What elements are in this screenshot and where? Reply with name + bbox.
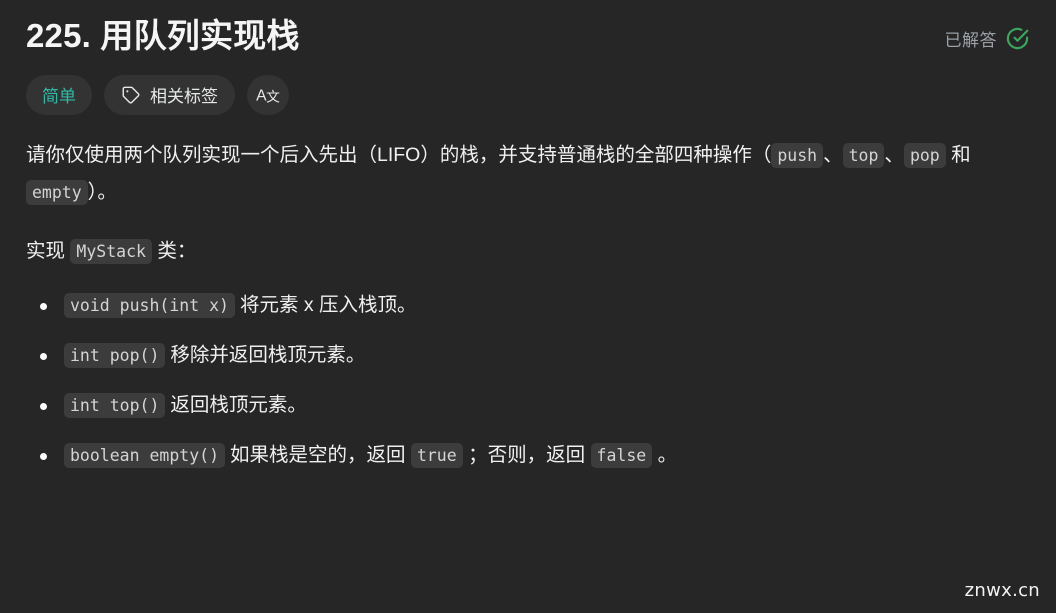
problem-header: 225. 用队列实现栈 已解答 [26, 0, 1030, 59]
list-item: int top() 返回栈顶元素。 [26, 390, 1030, 421]
related-tags-label: 相关标签 [150, 87, 218, 107]
list-item: void push(int x) 将元素 x 压入栈顶。 [26, 290, 1030, 321]
status-badge: 已解答 [945, 14, 1031, 51]
difficulty-pill[interactable]: 简单 [26, 74, 92, 115]
operation-description-part2: ；否则，返回 [462, 443, 591, 466]
watermark: znwx.cn [964, 580, 1040, 601]
code-chip-push-signature: void push(int x) [64, 292, 235, 318]
code-chip-empty-signature: boolean empty() [64, 442, 226, 468]
operation-description-part1: 如果栈是空的，返回 [230, 443, 411, 466]
check-circle-icon [1005, 26, 1030, 51]
operations-list: void push(int x) 将元素 x 压入栈顶。 int pop() 移除并… [26, 290, 1030, 471]
implement-prefix: 实现 [26, 239, 71, 262]
problem-description-panel: 225. 用队列实现栈 已解答 简单 相关标签 A 文 请你仅使用两个队列实现一… [0, 0, 1056, 613]
translate-icon-cjk: 文 [266, 89, 280, 105]
code-chip-top-signature: int top() [64, 392, 166, 418]
problem-meta-pills: 简单 相关标签 A 文 [26, 74, 1030, 115]
difficulty-label: 简单 [42, 87, 76, 107]
code-chip-false: false [590, 442, 653, 468]
statement-text-1: 请你仅使用两个队列实现一个后入先出（LIFO）的栈，并支持普通栈的全部四种操作（ [26, 143, 772, 166]
statement-paragraph-2: 实现 MyStack 类： [26, 233, 1030, 270]
problem-statement: 请你仅使用两个队列实现一个后入先出（LIFO）的栈，并支持普通栈的全部四种操作（… [26, 137, 1030, 471]
code-chip-pop-signature: int pop() [64, 342, 166, 368]
implement-suffix: 类： [151, 239, 197, 262]
list-item: boolean empty() 如果栈是空的，返回 true ；否则，返回 fal… [26, 440, 1030, 471]
status-label: 已解答 [944, 31, 997, 50]
translate-button[interactable]: A 文 [247, 74, 289, 115]
operation-description: 移除并返回栈顶元素。 [170, 343, 366, 366]
statement-paragraph-1: 请你仅使用两个队列实现一个后入先出（LIFO）的栈，并支持普通栈的全部四种操作（… [26, 137, 1030, 211]
operation-description: 返回栈顶元素。 [170, 393, 307, 416]
code-chip-empty: empty [26, 179, 88, 205]
code-chip-pop: pop [903, 142, 946, 168]
statement-text-end: ）。 [87, 180, 117, 203]
code-chip-true: true [410, 442, 463, 468]
code-chip-top: top [842, 142, 885, 168]
list-item: int pop() 移除并返回栈顶元素。 [26, 340, 1030, 371]
operation-description: 将元素 x 压入栈顶。 [239, 293, 417, 316]
tag-icon [121, 85, 141, 105]
page-title: 225. 用队列实现栈 [26, 17, 300, 54]
operation-description-part3: 。 [652, 443, 678, 466]
code-chip-push: push [771, 142, 824, 168]
statement-sep-1: 、 [823, 143, 843, 166]
translate-icon: A 文 [255, 84, 281, 106]
statement-sep-2: 、 [884, 143, 904, 166]
statement-sep-3: 和 [945, 143, 971, 166]
code-chip-mystack: MyStack [70, 238, 152, 264]
related-tags-button[interactable]: 相关标签 [104, 74, 235, 115]
